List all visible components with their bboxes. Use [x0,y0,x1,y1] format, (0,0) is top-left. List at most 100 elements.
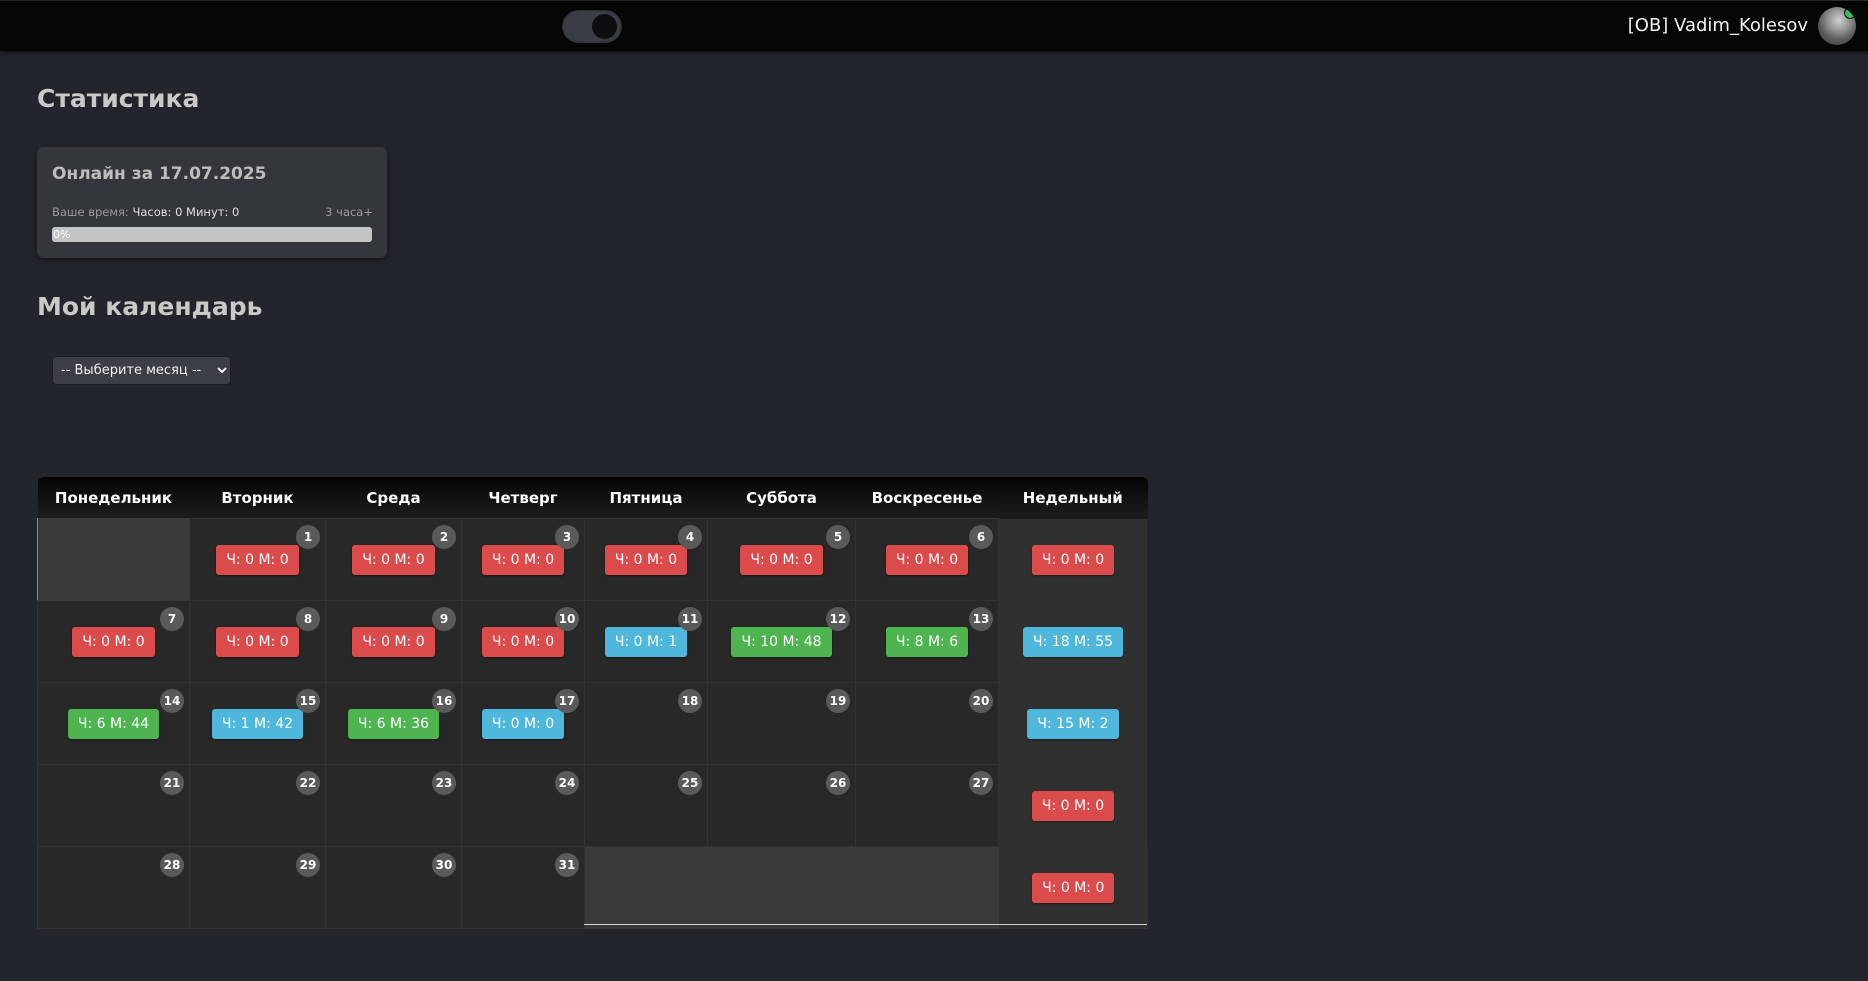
calendar-empty-cell [855,846,999,929]
calendar-day-cell: 8 Ч: 0 М: 0 [189,600,326,683]
calendar-day-cell: 29 [189,846,326,929]
day-number: 25 [678,771,702,795]
day-time-badge: Ч: 6 М: 44 [67,708,160,739]
calendar-day-cell: 25 [584,764,708,847]
day-number: 30 [432,853,456,877]
day-time-badge: Ч: 6 М: 36 [347,708,440,739]
calendar-day-cell: 7 Ч: 0 М: 0 [37,600,190,683]
day-number: 6 [969,525,993,549]
calendar-day-cell: 11 Ч: 0 М: 1 [584,600,708,683]
day-number: 24 [555,771,579,795]
day-number: 23 [432,771,456,795]
day-number: 22 [296,771,320,795]
your-time-label: Ваше время: Часов: 0 Минут: 0 [52,205,239,219]
calendar-day-cell: 17 Ч: 0 М: 0 [461,682,585,765]
weekday-header: Суббота [707,477,856,519]
weekly-total-cell: Ч: 0 М: 0 [998,518,1148,601]
calendar-day-cell: 1 Ч: 0 М: 0 [189,518,326,601]
day-time-badge: Ч: 0 М: 0 [481,544,565,575]
stats-heading: Статистика [37,84,200,113]
day-number: 8 [296,607,320,631]
day-number: 17 [555,689,579,713]
calendar-day-cell: 24 [461,764,585,847]
calendar-bottom-line [584,924,1147,925]
progress-bar: 0% [52,227,372,242]
your-time-value: Часов: 0 Минут: 0 [132,205,240,219]
calendar-day-cell: 3 Ч: 0 М: 0 [461,518,585,601]
day-number: 29 [296,853,320,877]
calendar-week-row: 1 Ч: 0 М: 0 2 Ч: 0 М: 0 3 Ч: 0 М: 0 4 Ч: 0 М: 0… [37,518,1148,601]
calendar-day-cell: 18 [584,682,708,765]
day-time-badge: Ч: 0 М: 0 [604,544,688,575]
calendar-day-cell: 9 Ч: 0 М: 0 [325,600,462,683]
day-number: 7 [160,607,184,631]
weekly-time-badge: Ч: 0 М: 0 [1031,544,1115,575]
day-time-badge: Ч: 0 М: 0 [216,544,299,575]
calendar-header-row: Понедельник Вторник Среда Четверг Пятница Суб… [37,477,1148,519]
calendar-day-cell: 4 Ч: 0 М: 0 [584,518,708,601]
day-number: 12 [826,607,850,631]
weekday-header: Вторник [189,477,326,519]
day-number: 28 [160,853,184,877]
calendar-empty-cell [37,518,190,601]
day-number: 21 [160,771,184,795]
day-number: 15 [296,689,320,713]
weekly-time-badge: Ч: 18 М: 55 [1022,626,1124,657]
calendar-week-row: 7 Ч: 0 М: 0 8 Ч: 0 М: 0 9 Ч: 0 М: 0 10 Ч: 0 М: … [37,600,1148,683]
day-time-badge: Ч: 0 М: 0 [481,708,565,739]
calendar-day-cell: 22 [189,764,326,847]
day-number: 10 [555,607,579,631]
day-time-badge: Ч: 0 М: 1 [604,626,688,657]
calendar-day-cell: 27 [855,764,999,847]
day-number: 26 [826,771,850,795]
avatar[interactable] [1818,7,1856,45]
day-number: 31 [555,853,579,877]
calendar-day-cell: 26 [707,764,856,847]
day-number: 13 [969,607,993,631]
calendar-day-cell: 2 Ч: 0 М: 0 [325,518,462,601]
theme-toggle[interactable] [562,10,622,43]
calendar-week-row: 14 Ч: 6 М: 44 15 Ч: 1 М: 42 16 Ч: 6 М: 36 17 Ч:… [37,682,1148,765]
online-stat-card: Онлайн за 17.07.2025 Ваше время: Часов: … [37,147,387,258]
day-number: 2 [432,525,456,549]
weekly-total-cell: Ч: 0 М: 0 [998,846,1148,929]
calendar-day-cell: 30 [325,846,462,929]
calendar-table: Понедельник Вторник Среда Четверг Пятница Суб… [37,477,1148,929]
day-number: 18 [678,689,702,713]
weekday-header: Понедельник [37,477,190,519]
calendar-day-cell: 6 Ч: 0 М: 0 [855,518,999,601]
weekly-total-cell: Ч: 0 М: 0 [998,764,1148,847]
calendar-day-cell: 14 Ч: 6 М: 44 [37,682,190,765]
day-time-badge: Ч: 0 М: 0 [885,544,969,575]
day-number: 27 [969,771,993,795]
calendar-day-cell: 19 [707,682,856,765]
day-time-badge: Ч: 0 М: 0 [72,626,155,657]
month-select[interactable]: -- Выберите месяц -- [52,356,231,385]
calendar-day-cell: 15 Ч: 1 М: 42 [189,682,326,765]
user-name[interactable]: [OB] Vadim_Kolesov [1628,15,1808,36]
stat-card-title: Онлайн за 17.07.2025 [52,164,267,184]
day-number: 9 [432,607,456,631]
goal-label: 3 часа+ [325,205,373,219]
calendar-empty-cell [584,846,708,929]
calendar-empty-cell [707,846,856,929]
top-navbar: [OB] Vadim_Kolesov [0,0,1868,51]
weekday-header: Среда [325,477,462,519]
calendar-day-cell: 12 Ч: 10 М: 48 [707,600,856,683]
weekly-total-cell: Ч: 18 М: 55 [998,600,1148,683]
day-number: 11 [678,607,702,631]
calendar-heading: Мой календарь [37,292,263,321]
day-number: 5 [826,525,850,549]
day-number: 1 [296,525,320,549]
calendar-day-cell: 16 Ч: 6 М: 36 [325,682,462,765]
day-number: 16 [432,689,456,713]
calendar-week-row: 28 29 30 31 Ч: 0 М: 0 [37,846,1148,929]
weekday-header: Недельный [998,477,1148,519]
day-number: 3 [555,525,579,549]
online-status-dot [1844,7,1856,19]
calendar-day-cell: 21 [37,764,190,847]
calendar-day-cell: 20 [855,682,999,765]
calendar-week-row: 21 22 23 24 25 26 27 Ч: 0 М: 0 [37,764,1148,847]
day-time-badge: Ч: 0 М: 0 [481,626,565,657]
day-time-badge: Ч: 0 М: 0 [352,626,435,657]
